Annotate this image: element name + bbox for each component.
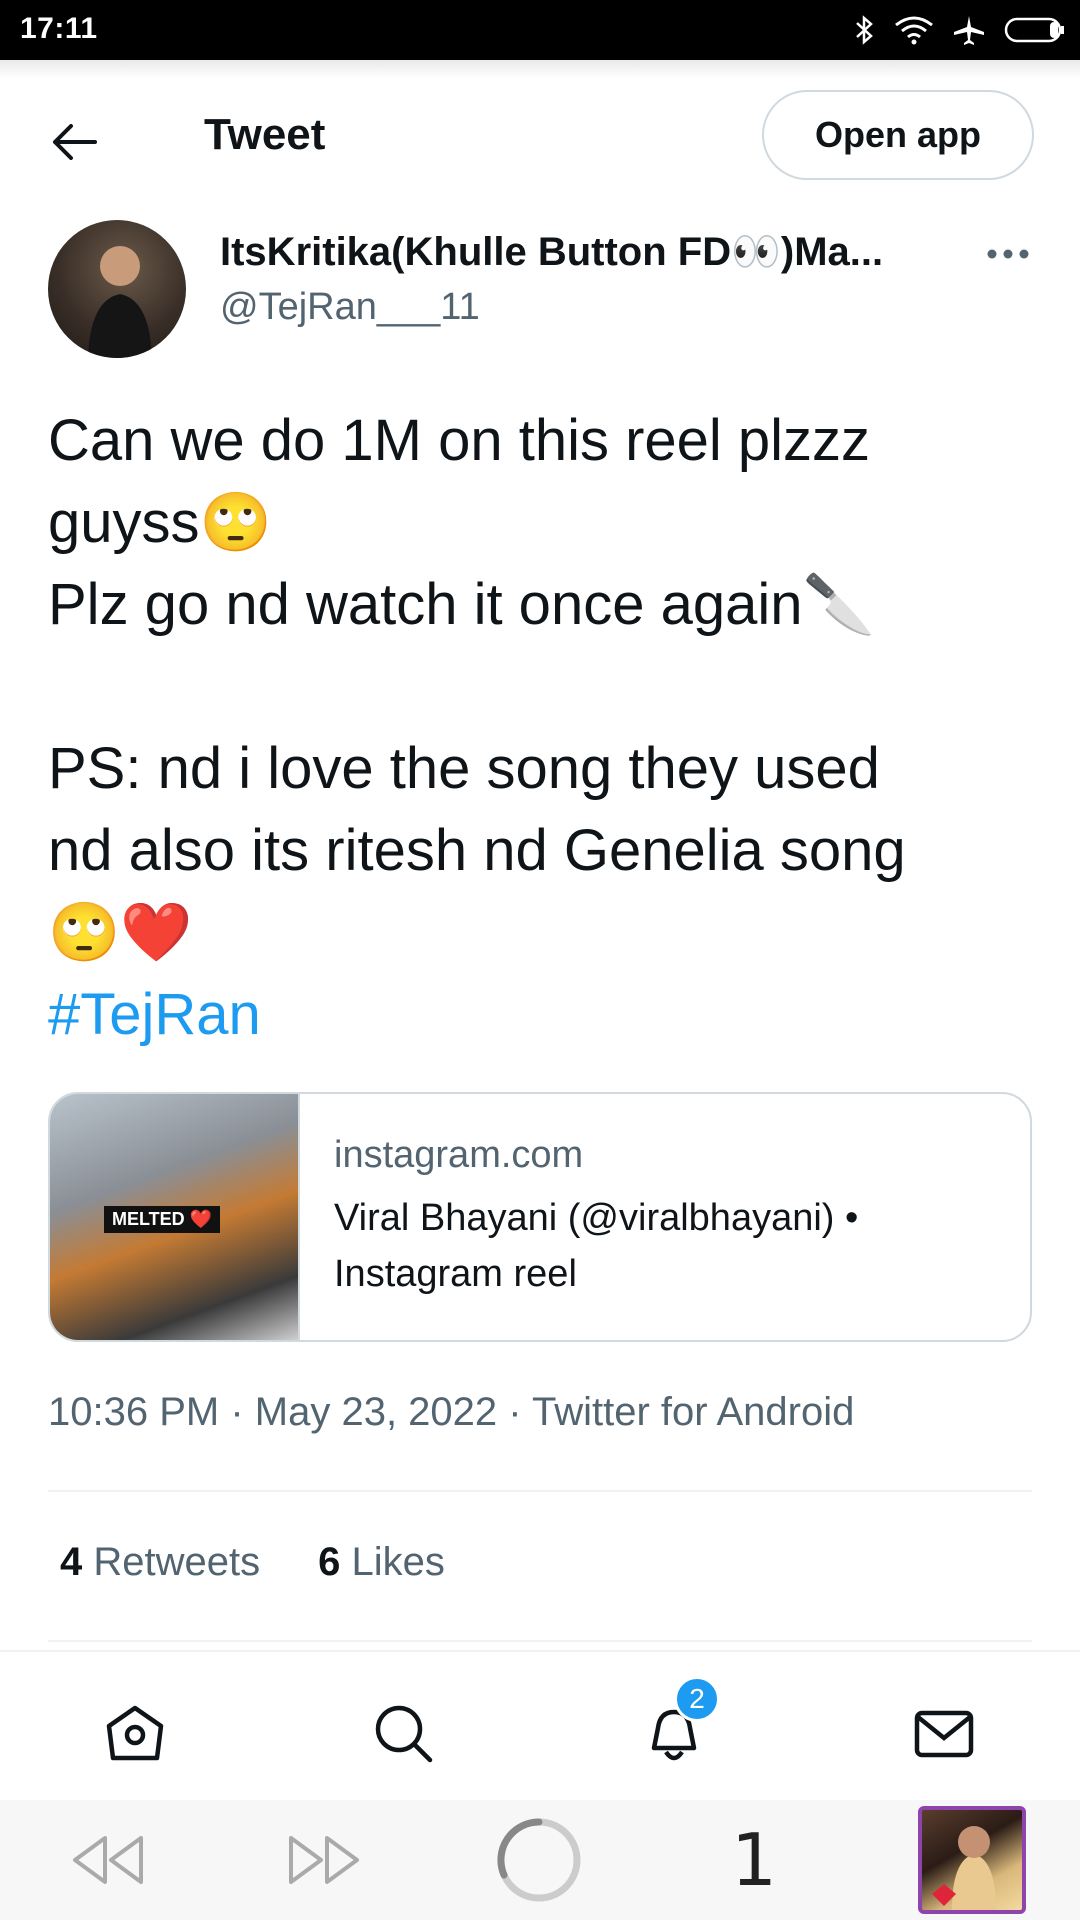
retweets-count: 4 (60, 1540, 83, 1584)
avatar-image (88, 246, 152, 358)
status-bar: 17:11 (0, 0, 1080, 60)
airplane-mode-icon (954, 16, 984, 45)
back-button[interactable] (44, 112, 104, 172)
nav-messages[interactable] (908, 1698, 980, 1770)
browser-forward-button[interactable] (284, 1818, 366, 1902)
messages-icon (914, 1710, 974, 1758)
page-title: Tweet (204, 110, 326, 159)
tweet-time: 10:36 PM (48, 1390, 220, 1434)
tweet-line: PS: nd i love the song they used (48, 736, 880, 801)
home-icon (106, 1705, 164, 1761)
divider (48, 1640, 1032, 1642)
tweet-line: guyss🙄 (48, 490, 272, 555)
tweet-meta: 10:36 PM · May 23, 2022 · Twitter for An… (48, 1390, 854, 1435)
bottom-navigation: 2 (0, 1650, 1080, 1800)
tweet-line: Can we do 1M on this reel plzzz (48, 408, 871, 473)
search-icon (375, 1705, 433, 1763)
wifi-icon (895, 16, 933, 45)
nav-home[interactable] (99, 1698, 171, 1770)
meta-separator: · (219, 1390, 255, 1434)
tweet-body: Can we do 1M on this reel plzzz guyss🙄 P… (48, 400, 1038, 1056)
top-app-bar: Tweet Open app (0, 60, 1080, 210)
tweet-stats: 4 Retweets 6 Likes (60, 1540, 445, 1585)
profile-image (932, 1826, 996, 1910)
tweet-line: nd also its ritesh nd Genelia song (48, 818, 906, 883)
tweet-line: Plz go nd watch it once again🔪 (48, 572, 875, 637)
rewind-icon (73, 1836, 143, 1884)
likes-stat[interactable]: 6 Likes (318, 1540, 445, 1585)
more-dots-icon (987, 249, 1029, 259)
more-options-button[interactable] (980, 236, 1036, 272)
bluetooth-icon (856, 15, 873, 45)
hashtag-link[interactable]: #TejRan (48, 974, 1038, 1056)
browser-bottom-bar: 1 (0, 1800, 1080, 1920)
tweet-source[interactable]: Twitter for Android (532, 1390, 854, 1434)
retweets-label: Retweets (93, 1540, 261, 1584)
divider (48, 1490, 1032, 1492)
likes-count: 6 (318, 1540, 341, 1584)
link-thumbnail: MELTED ❤️ (50, 1094, 300, 1340)
open-app-button[interactable]: Open app (762, 90, 1034, 180)
loading-indicator (494, 1818, 584, 1902)
battery-icon (1004, 17, 1064, 43)
retweets-stat[interactable]: 4 Retweets (60, 1540, 260, 1585)
status-icons (854, 10, 1066, 50)
author-handle[interactable]: @TejRan___11 (220, 286, 480, 329)
fast-forward-icon (289, 1836, 359, 1884)
loading-spinner-icon (497, 1818, 581, 1902)
likes-label: Likes (351, 1540, 445, 1584)
nav-search[interactable] (368, 1698, 440, 1770)
author-avatar[interactable] (48, 220, 186, 358)
author-name[interactable]: ItsKritika(Khulle Button FD👀)Ma... (220, 228, 940, 275)
tweet-line: 🙄❤️ (48, 900, 193, 965)
back-arrow-icon (53, 124, 97, 160)
notification-badge: 2 (674, 1676, 720, 1722)
tab-count[interactable]: 1 (724, 1818, 784, 1902)
tweet-date: May 23, 2022 (254, 1390, 498, 1434)
link-domain: instagram.com (334, 1134, 584, 1176)
meta-separator: · (497, 1390, 532, 1434)
status-time: 17:11 (20, 12, 98, 45)
browser-back-button[interactable] (66, 1818, 148, 1902)
profile-avatar[interactable] (918, 1806, 1026, 1914)
thumbnail-caption: MELTED ❤️ (104, 1206, 221, 1233)
link-title: Viral Bhayani (@viralbhayani) • Instagra… (334, 1197, 859, 1295)
link-preview-card[interactable]: MELTED ❤️ instagram.com Viral Bhayani (@… (48, 1092, 1032, 1342)
